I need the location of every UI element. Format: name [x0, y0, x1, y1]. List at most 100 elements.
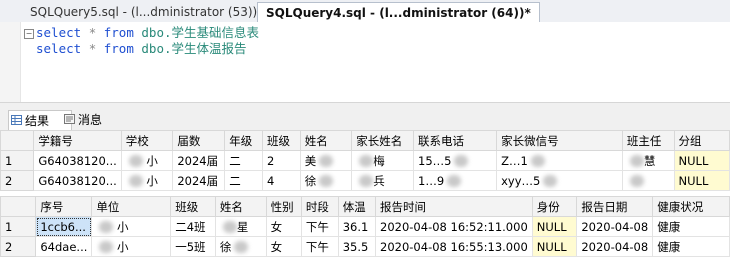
table-cell[interactable]: 15…5: [412, 150, 498, 171]
document-tab-bar: SQLQuery5.sql - (l...dministrator (53))*…: [0, 0, 730, 23]
table-cell[interactable]: G64038120...: [33, 170, 122, 191]
table-cell[interactable]: 小: [91, 216, 172, 237]
table-cell[interactable]: 二4班: [170, 216, 216, 237]
redaction-blur: [629, 155, 644, 167]
redaction-blur: [543, 175, 558, 187]
column-header[interactable]: 学校: [120, 130, 174, 151]
results-grid-2[interactable]: 序号 单位 班级 姓名 性别 时段 体温 报告时间 身份 报告日期 健康状况 1…: [0, 196, 730, 257]
table-cell[interactable]: 女: [265, 216, 302, 237]
table-cell[interactable]: NULL: [531, 236, 578, 257]
column-header[interactable]: 年级: [224, 130, 264, 151]
column-header[interactable]: 健康状况: [652, 196, 730, 217]
table-cell[interactable]: 二: [224, 150, 264, 171]
query-editor[interactable]: − select * from dbo.学生基础信息表 select * fro…: [0, 22, 730, 102]
table-cell[interactable]: G64038120...: [33, 150, 122, 171]
column-header[interactable]: 姓名: [299, 130, 353, 151]
redaction-blur: [359, 175, 374, 187]
table-cell-selected[interactable]: 1ccb6...: [35, 216, 93, 237]
redaction-blur: [99, 221, 114, 233]
tab-messages[interactable]: 消息: [62, 110, 102, 130]
column-header[interactable]: 序号: [35, 196, 93, 217]
column-header[interactable]: 性别: [265, 196, 302, 217]
table-cell[interactable]: 下午: [300, 236, 339, 257]
table-cell[interactable]: 1…9: [412, 170, 498, 191]
collapse-toggle-icon[interactable]: −: [24, 29, 34, 39]
table-cell[interactable]: 36.1: [337, 216, 377, 237]
results-grid-1[interactable]: 学籍号 学校 届数 年级 班级 姓名 家长姓名 联系电话 家长微信号 班主任 分…: [0, 130, 730, 191]
redaction-blur: [222, 221, 237, 233]
column-header[interactable]: 联系电话: [412, 130, 498, 151]
column-header[interactable]: 班主任: [621, 130, 675, 151]
column-header[interactable]: 时段: [300, 196, 339, 217]
table-cell[interactable]: 35.5: [337, 236, 377, 257]
row-number[interactable]: 2: [0, 236, 37, 257]
results-tab-strip: 结果 消息: [0, 110, 730, 131]
redaction-blur: [530, 155, 545, 167]
table-cell[interactable]: 下午: [300, 216, 339, 237]
redaction-blur: [128, 155, 143, 167]
column-header[interactable]: 班级: [262, 130, 301, 151]
table-cell[interactable]: 2024届: [172, 170, 226, 191]
row-number[interactable]: 2: [0, 170, 35, 191]
redaction-blur: [99, 241, 114, 253]
tab-results-label: 结果: [25, 114, 50, 128]
table-cell[interactable]: Z…1: [496, 150, 623, 171]
column-header[interactable]: 体温: [337, 196, 377, 217]
tab-sqlquery5[interactable]: SQLQuery5.sql - (l...dministrator (53))*: [22, 2, 271, 22]
table-cell[interactable]: 2020-04-08: [576, 216, 654, 237]
redaction-blur: [454, 155, 469, 167]
column-header[interactable]: 单位: [91, 196, 172, 217]
redaction-blur: [319, 155, 334, 167]
row-header-corner[interactable]: [0, 130, 35, 151]
redaction-blur: [447, 175, 462, 187]
table-cell[interactable]: 星: [214, 216, 267, 237]
table-cell[interactable]: 健康: [652, 236, 730, 257]
table-cell[interactable]: 小: [91, 236, 172, 257]
column-header[interactable]: 姓名: [214, 196, 267, 217]
table-cell[interactable]: 健康: [652, 216, 730, 237]
table-cell[interactable]: 2020-04-08 16:55:13.000: [375, 236, 533, 257]
table-cell[interactable]: 徐: [299, 170, 353, 191]
table-cell[interactable]: 64dae...: [35, 236, 93, 257]
redaction-blur: [319, 175, 334, 187]
table-cell[interactable]: 徐: [214, 236, 267, 257]
column-header[interactable]: 家长微信号: [496, 130, 623, 151]
column-header[interactable]: 学籍号: [33, 130, 122, 151]
row-header-corner[interactable]: [0, 196, 37, 217]
table-cell[interactable]: 女: [265, 236, 302, 257]
table-row: 2 64dae... 小 一5班 徐 女 下午 35.5 2020-04-08 …: [0, 236, 730, 257]
table-cell[interactable]: 4: [262, 170, 301, 191]
column-header[interactable]: 分组: [673, 130, 730, 151]
column-header[interactable]: 报告时间: [375, 196, 533, 217]
row-number[interactable]: 1: [0, 150, 35, 171]
table-cell[interactable]: 小: [120, 170, 174, 191]
table-cell[interactable]: 慧: [621, 150, 675, 171]
table-cell[interactable]: 小: [120, 150, 174, 171]
column-header[interactable]: 身份: [531, 196, 578, 217]
column-header[interactable]: 班级: [170, 196, 216, 217]
table-cell[interactable]: xyy…5: [496, 170, 623, 191]
table-cell[interactable]: 一5班: [170, 236, 216, 257]
table-cell[interactable]: 2: [262, 150, 301, 171]
tab-sqlquery4[interactable]: SQLQuery4.sql - (l...dministrator (64))*: [257, 2, 540, 22]
code-line-2: select * from dbo.学生体温报告: [36, 41, 247, 56]
table-cell[interactable]: 2020-04-08: [576, 236, 654, 257]
table-cell[interactable]: NULL: [673, 170, 730, 191]
column-header[interactable]: 届数: [172, 130, 226, 151]
table-cell[interactable]: 二: [224, 170, 264, 191]
table-row: 2 G64038120... 小 2024届 二 4 徐 兵 1…9 xyy…5…: [0, 170, 730, 191]
table-cell[interactable]: 2024届: [172, 150, 226, 171]
row-number[interactable]: 1: [0, 216, 37, 237]
table-cell[interactable]: 梅: [351, 150, 414, 171]
table-cell[interactable]: [621, 170, 675, 191]
table-row: 1 G64038120... 小 2024届 二 2 美 梅 15…5 Z…1 …: [0, 150, 730, 171]
message-icon: [64, 114, 75, 124]
redaction-blur: [629, 175, 644, 187]
column-header[interactable]: 报告日期: [576, 196, 654, 217]
table-cell[interactable]: 兵: [351, 170, 414, 191]
table-cell[interactable]: NULL: [531, 216, 578, 237]
table-cell[interactable]: NULL: [673, 150, 730, 171]
column-header[interactable]: 家长姓名: [351, 130, 414, 151]
table-cell[interactable]: 美: [299, 150, 353, 171]
table-cell[interactable]: 2020-04-08 16:52:11.000: [375, 216, 533, 237]
